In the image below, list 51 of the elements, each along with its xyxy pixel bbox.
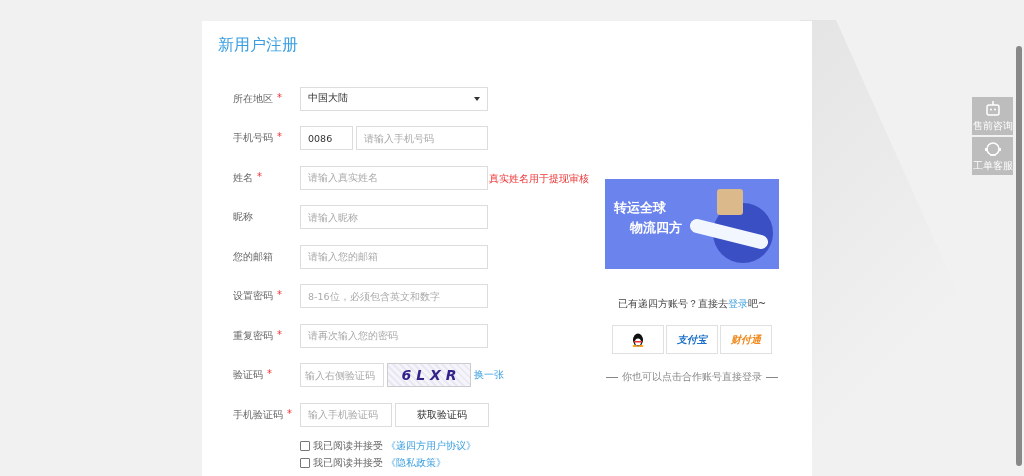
field-label: 验证码: [233, 368, 263, 383]
input-field[interactable]: 请再次输入您的密码: [300, 323, 488, 348]
field-label: 重复密码: [233, 328, 273, 343]
field-label: 昵称: [233, 210, 253, 225]
banner-text: 转运全球: [614, 199, 667, 217]
refresh-link[interactable]: 换一张: [474, 368, 504, 383]
required-mark: *: [267, 368, 272, 382]
checkbox[interactable]: [300, 440, 310, 451]
agreement-link[interactable]: 《隐私政策》: [386, 455, 446, 470]
sms-code-field[interactable]: 输入手机验证码: [300, 402, 392, 427]
required-mark: *: [277, 289, 282, 303]
field-label: 姓名: [233, 170, 253, 185]
tenpay-login-button[interactable]: 财付通: [720, 325, 772, 354]
required-mark: *: [277, 328, 282, 342]
field-label: 所在地区: [233, 91, 273, 106]
required-mark: *: [257, 170, 262, 184]
robot-icon: [983, 99, 1002, 118]
scrollbar-thumb[interactable]: [1016, 46, 1022, 466]
get-code-button[interactable]: 获取验证码: [395, 402, 489, 427]
required-mark: *: [277, 91, 282, 105]
input-field[interactable]: 8-16位，必须包含英文和数字: [300, 284, 488, 309]
login-link[interactable]: 登录: [727, 298, 748, 309]
headset-icon: [983, 139, 1002, 158]
field-label: 您的邮箱: [233, 249, 273, 264]
input-field[interactable]: 请输入您的邮箱: [300, 244, 488, 269]
checkbox[interactable]: [300, 457, 310, 468]
field-label: 手机验证码: [233, 407, 283, 422]
captcha-image: 6 L X R: [387, 363, 471, 388]
penguin-icon: [632, 332, 644, 347]
page-title: 新用户注册: [218, 35, 299, 56]
captcha-field[interactable]: 输入右侧验证码: [300, 363, 384, 388]
field-label: 手机号码: [233, 131, 273, 146]
region-select[interactable]: 中国大陆: [300, 86, 488, 111]
login-prompt: 已有递四方账号？直接去登录吧~: [617, 298, 767, 309]
banner-text: 物流四方: [629, 219, 682, 237]
agreement-text: 我已阅读并接受: [313, 438, 383, 453]
partner-login-note: 你也可以点击合作账号直接登录: [622, 370, 762, 384]
phone-field[interactable]: 请输入手机号码: [356, 126, 488, 151]
caret-icon: [474, 96, 480, 101]
qq-login-button[interactable]: [612, 325, 664, 354]
agreement-text: 我已阅读并接受: [313, 455, 383, 470]
agreement-link[interactable]: 《递四方用户协议》: [386, 438, 476, 453]
country-code-field[interactable]: 0086: [300, 126, 353, 151]
hint-text: 真实姓名用于提现审核: [489, 171, 589, 186]
field-label: 设置密码: [233, 289, 273, 304]
alipay-login-button[interactable]: 支付宝: [666, 325, 718, 354]
presales-chat-button[interactable]: 售前咨询: [972, 97, 1013, 135]
input-field[interactable]: 请输入昵称: [300, 205, 488, 230]
required-mark: *: [287, 407, 292, 421]
required-mark: *: [277, 131, 282, 145]
input-field[interactable]: 请输入真实姓名: [300, 165, 488, 190]
